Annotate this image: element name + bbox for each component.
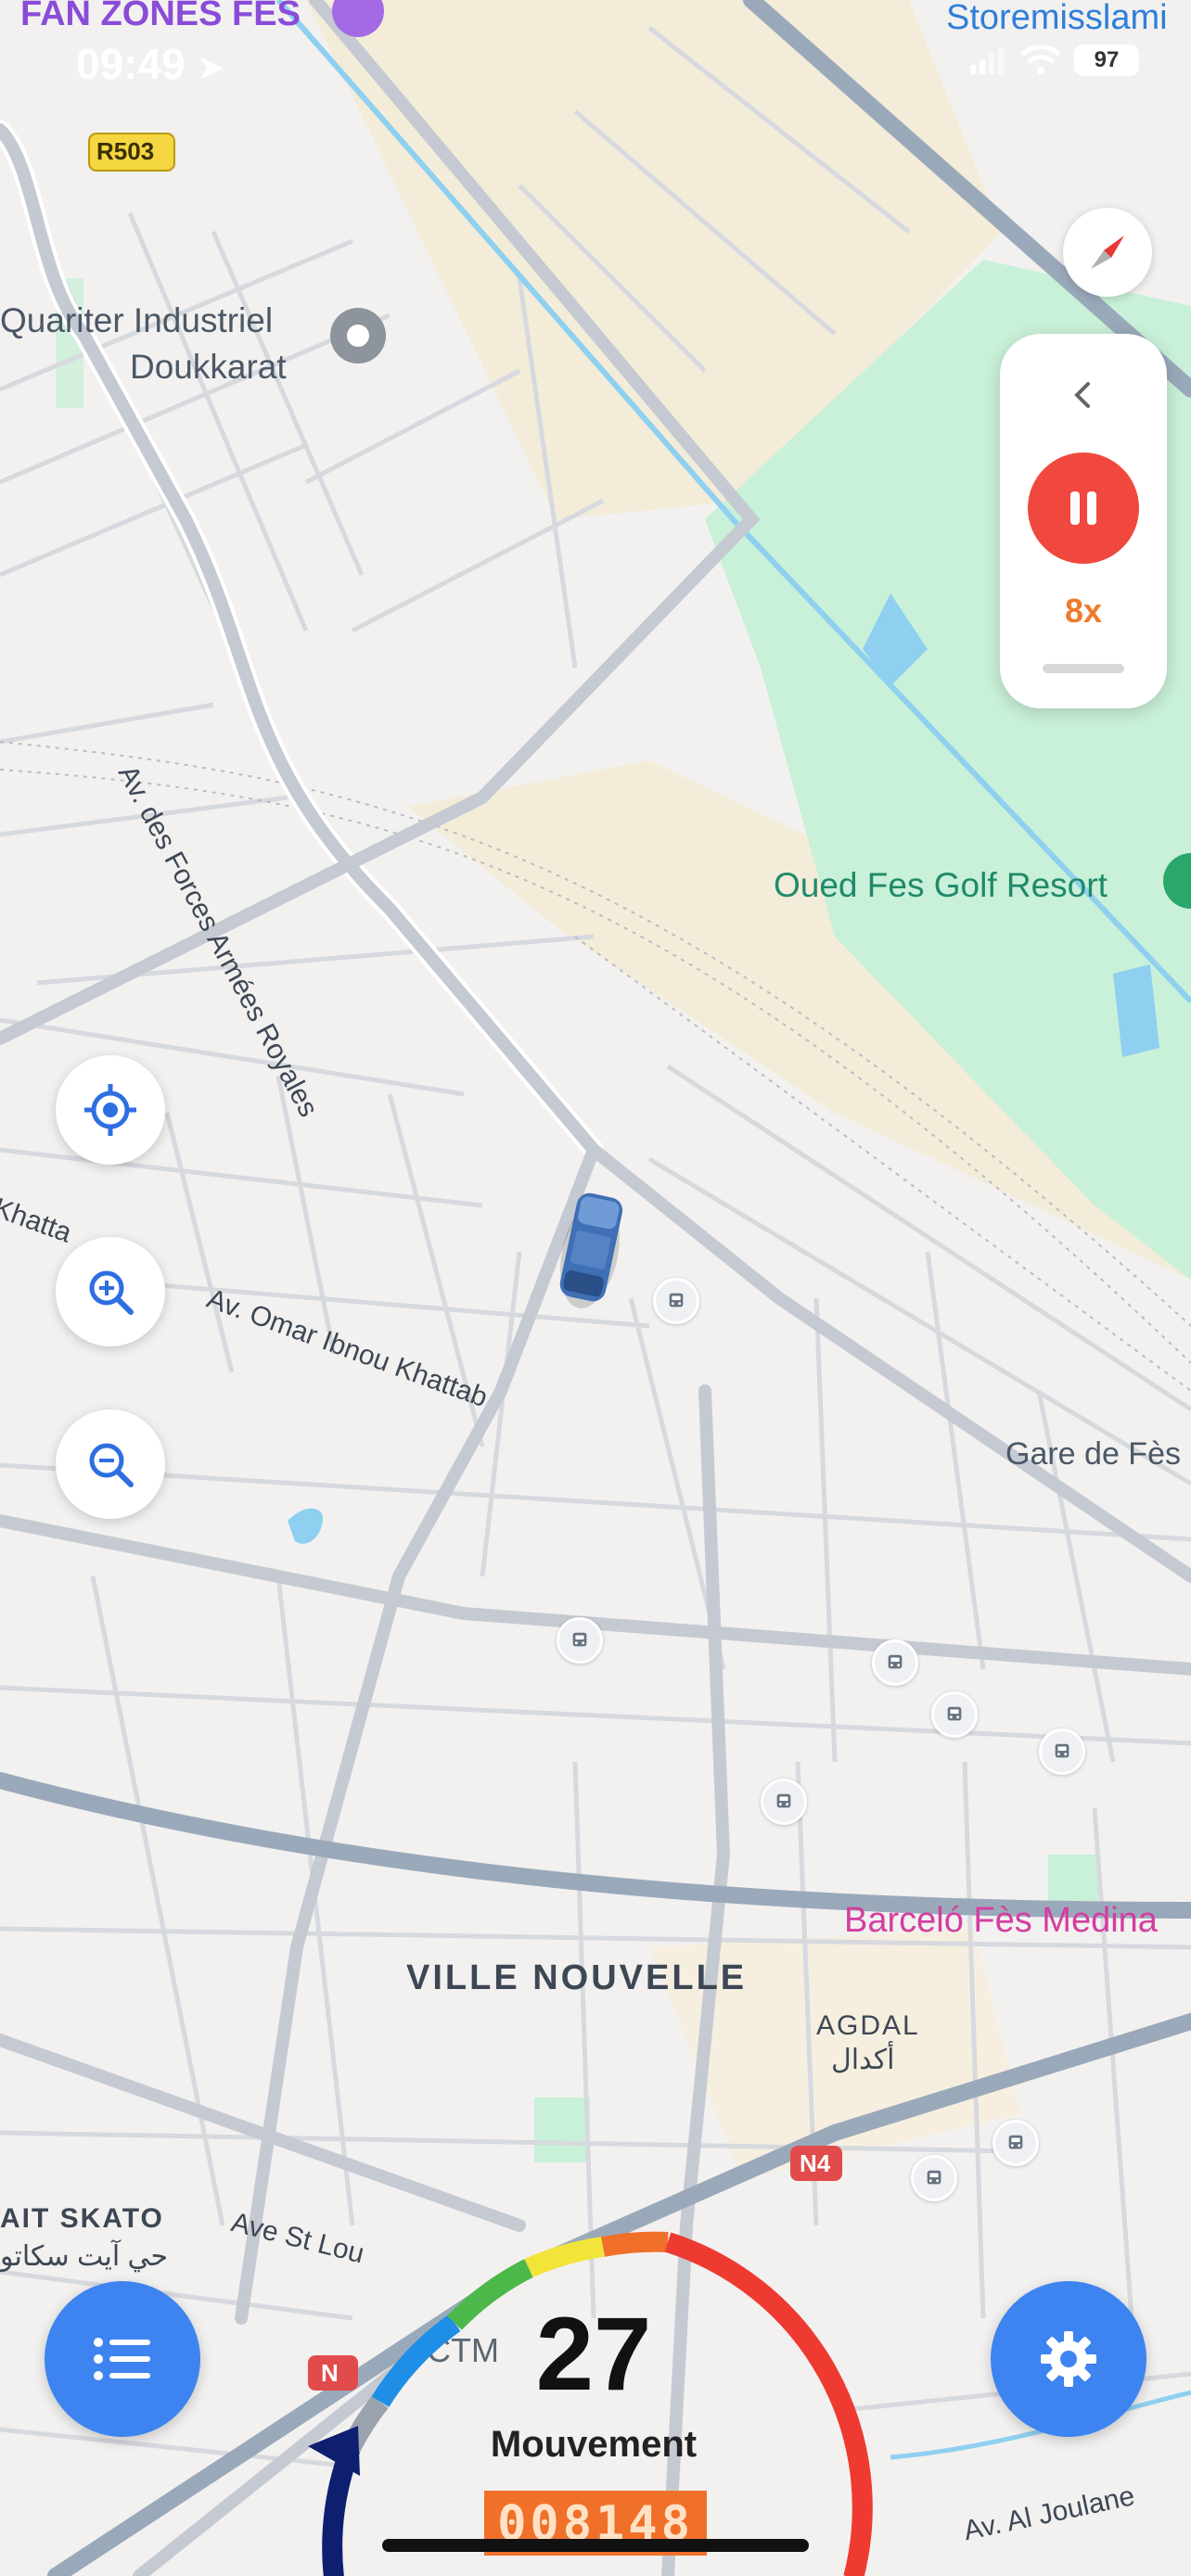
place-label-industrial-line2[interactable]: Doukkarat (130, 345, 287, 389)
bus-stop-icon[interactable] (557, 1617, 603, 1664)
zoom-in-button[interactable] (56, 1237, 165, 1346)
panel-drag-handle[interactable] (1043, 664, 1124, 673)
playback-speed-button[interactable]: 8x (1000, 592, 1167, 631)
list-button[interactable] (45, 2281, 200, 2437)
district-label-ait-skato: AIT SKATO (0, 2203, 164, 2234)
place-label-gare[interactable]: Gare de Fès (1005, 1432, 1181, 1476)
wifi-icon (1020, 45, 1061, 74)
screen: FAN ZONES FES Storemisslami Quariter Ind… (0, 0, 1191, 2576)
zoom-out-icon (89, 1443, 134, 1487)
zoom-in-icon (89, 1270, 134, 1315)
place-label-golf-resort[interactable]: Oued Fes Golf Resort (774, 866, 1108, 905)
crosshair-locate-icon (84, 1084, 136, 1136)
place-label-storemisslami[interactable]: Storemisslami (946, 0, 1168, 38)
playback-panel: 8x (1000, 334, 1167, 708)
current-speed-value: 27 (535, 2296, 652, 2412)
location-arrow-icon: ➤ (197, 48, 225, 86)
district-label-ait-skato-ar: حي آيت سكاتو (0, 2241, 169, 2272)
collapse-button[interactable] (1056, 367, 1111, 423)
route-badge-r503: R503 (96, 137, 155, 165)
status-time: 09:49 ➤ (76, 40, 225, 88)
district-label-agdal: AGDAL (816, 2010, 920, 2041)
status-icons: 97 (970, 45, 1139, 76)
compass-icon (1091, 236, 1124, 269)
list-icon (94, 2338, 150, 2380)
signal-icon (970, 48, 1004, 74)
district-label-ville-nouvelle: VILLE NOUVELLE (406, 1958, 748, 1997)
zoom-out-button[interactable] (56, 1409, 165, 1519)
gear-icon (1041, 2331, 1096, 2387)
bus-stop-icon[interactable] (911, 2155, 957, 2201)
bus-stop-icon[interactable] (931, 1691, 978, 1738)
compass-button[interactable] (1063, 208, 1152, 297)
pause-icon (1070, 491, 1096, 525)
place-label-industrial-line1[interactable]: Quariter Industriel (0, 299, 273, 343)
pause-button[interactable] (1028, 453, 1139, 564)
place-label-fan-zones[interactable]: FAN ZONES FES (20, 0, 301, 34)
place-label-barcelo[interactable]: Barceló Fès Medina (844, 1901, 1158, 1941)
bus-stop-icon[interactable] (992, 2120, 1039, 2166)
locate-button[interactable] (56, 1055, 165, 1165)
bus-stop-icon[interactable] (653, 1278, 699, 1324)
battery-indicator: 97 (1074, 45, 1139, 76)
bus-stop-icon[interactable] (1039, 1728, 1085, 1775)
chevron-left-icon (1074, 382, 1090, 408)
bus-stop-icon[interactable] (872, 1639, 918, 1686)
district-label-agdal-ar: أكدال (831, 2045, 895, 2075)
settings-button[interactable] (991, 2281, 1146, 2437)
bus-stop-icon[interactable] (761, 1779, 807, 1825)
vehicle-status-label: Mouvement (490, 2424, 698, 2465)
home-indicator[interactable] (382, 2539, 809, 2552)
